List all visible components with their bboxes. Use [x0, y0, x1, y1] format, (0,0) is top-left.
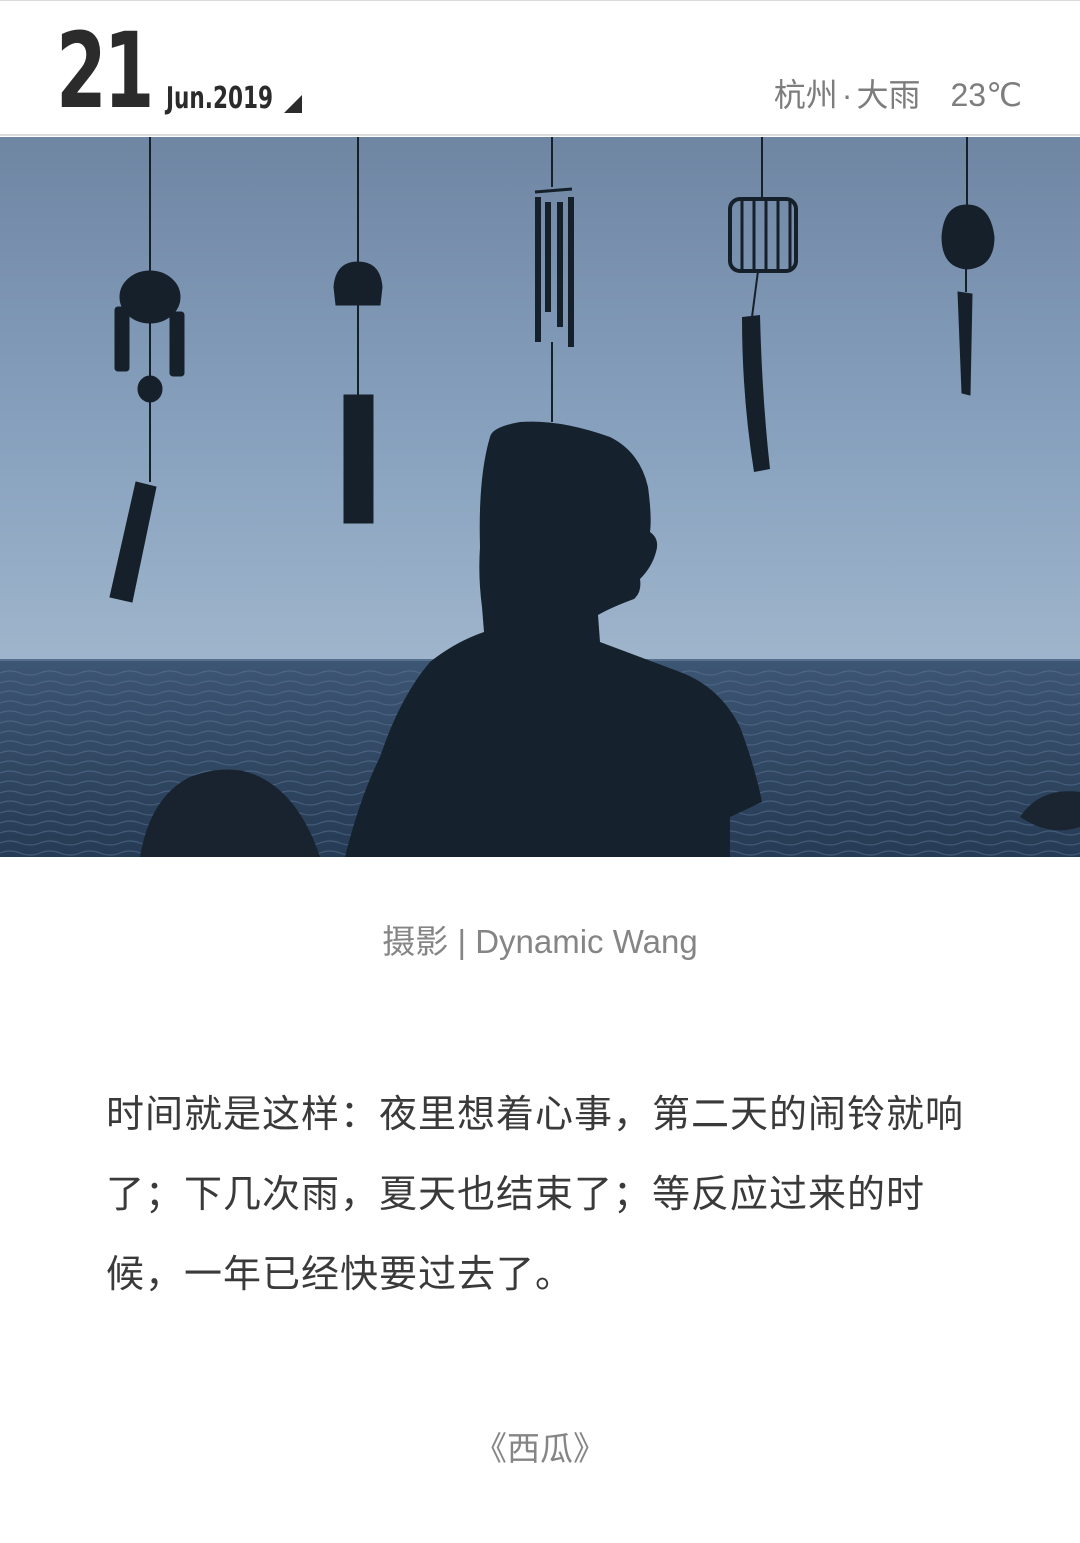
month-year-label: Jun.2019: [166, 81, 274, 116]
city-label: 杭州: [773, 77, 838, 113]
weather-info: 杭州 · 大雨 23℃: [774, 75, 1022, 115]
triangle-corner-icon[interactable]: [284, 95, 302, 113]
weather-separator: ·: [841, 77, 853, 113]
quote-text: 时间就是这样：夜里想着心事，第二天的闹铃就响了；下几次雨，夏天也结束了；等反应过…: [106, 1092, 965, 1296]
day-number: 21: [56, 10, 154, 132]
photo-credit: 摄影 | Dynamic Wang: [382, 923, 698, 960]
daily-card: 21 Jun.2019 杭州 · 大雨 23℃ 摄影 | Dynamic Wan…: [0, 0, 1080, 1543]
quote-source: 《西瓜》: [474, 1429, 606, 1468]
weather-condition: 大雨: [856, 77, 921, 113]
hero-photo: [0, 137, 1080, 857]
date-header: 21 Jun.2019 杭州 · 大雨 23℃: [0, 0, 1080, 136]
temperature-label: 23℃: [950, 77, 1022, 113]
